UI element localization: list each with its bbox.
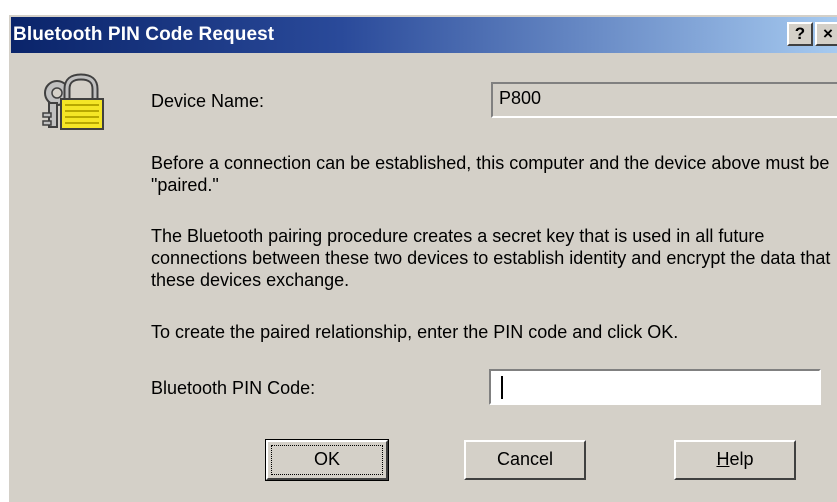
- paired-explanation-text: Before a connection can be established, …: [151, 153, 830, 195]
- device-name-label: Device Name:: [151, 91, 265, 111]
- device-name-value: P800: [499, 88, 542, 108]
- pin-code-label: Bluetooth PIN Code:: [151, 378, 316, 398]
- close-button[interactable]: ×: [815, 22, 837, 46]
- window-title: Bluetooth PIN Code Request: [13, 24, 275, 45]
- help-button-label: elp: [729, 449, 754, 469]
- help-title-button[interactable]: ?: [787, 22, 813, 46]
- keys-padlock-icon: [42, 73, 104, 130]
- pin-code-field[interactable]: [489, 369, 821, 405]
- focus-rect: [271, 445, 383, 475]
- pairing-procedure-text: The Bluetooth pairing procedure creates …: [151, 226, 831, 290]
- pin-code-input[interactable]: [497, 375, 807, 399]
- cancel-button-label: Cancel: [496, 449, 554, 469]
- ok-button[interactable]: OK: [265, 439, 389, 481]
- question-mark-icon: ?: [794, 24, 806, 43]
- close-icon: ×: [823, 24, 833, 43]
- instruction-text: To create the paired relationship, enter…: [151, 322, 679, 342]
- bluetooth-pin-dialog: Bluetooth PIN Code Request ? × Device Na…: [8, 14, 837, 502]
- device-name-field: P800: [491, 82, 837, 118]
- title-bar[interactable]: Bluetooth PIN Code Request ? ×: [11, 17, 837, 53]
- help-button[interactable]: Help: [674, 440, 796, 480]
- help-button-accelerator: H: [716, 449, 730, 469]
- cancel-button[interactable]: Cancel: [464, 440, 586, 480]
- text-caret: [501, 376, 503, 399]
